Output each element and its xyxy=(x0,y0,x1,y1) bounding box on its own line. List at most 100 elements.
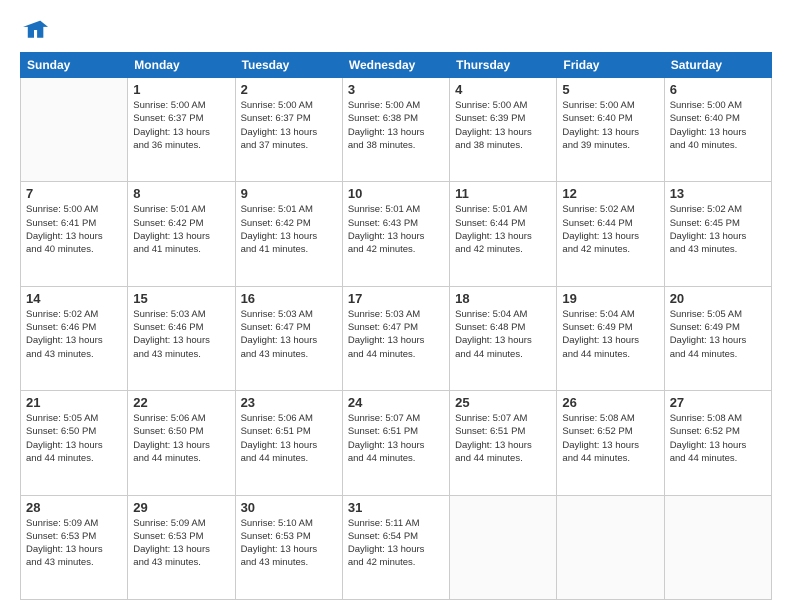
day-info: Sunrise: 5:02 AM Sunset: 6:46 PM Dayligh… xyxy=(26,308,122,361)
calendar-cell: 27Sunrise: 5:08 AM Sunset: 6:52 PM Dayli… xyxy=(664,391,771,495)
col-header-tuesday: Tuesday xyxy=(235,53,342,78)
day-number: 31 xyxy=(348,500,444,515)
calendar-cell: 26 Sunrise: 5:08 AM Sunset: 6:52 PM Dayli… xyxy=(557,391,664,495)
day-info: Sunrise: 5:00 AM Sunset: 6:38 PM Dayligh… xyxy=(348,99,444,152)
calendar-cell: 9Sunrise: 5:01 AM Sunset: 6:42 PM Daylig… xyxy=(235,182,342,286)
day-number: 30 xyxy=(241,500,337,515)
day-number: 16 xyxy=(241,291,337,306)
day-info: Sunrise: 5:03 AM Sunset: 6:47 PM Dayligh… xyxy=(241,308,337,361)
day-info: Sunrise: 5:08 AM Sunset: 6:52 PM Dayligh… xyxy=(562,412,658,465)
day-number: 26 xyxy=(562,395,658,410)
week-row-2: 7 Sunrise: 5:00 AM Sunset: 6:41 PM Daylig… xyxy=(21,182,772,286)
day-number: 28 xyxy=(26,500,122,515)
week-row-5: 28 Sunrise: 5:09 AM Sunset: 6:53 PM Dayli… xyxy=(21,495,772,599)
day-number: 5 xyxy=(562,82,658,97)
day-number: 10 xyxy=(348,186,444,201)
calendar-cell: 20 Sunrise: 5:05 AM Sunset: 6:49 PM Dayli… xyxy=(664,286,771,390)
calendar-cell: 29Sunrise: 5:09 AM Sunset: 6:53 PM Dayli… xyxy=(128,495,235,599)
day-info: Sunrise: 5:01 AM Sunset: 6:42 PM Dayligh… xyxy=(133,203,229,256)
calendar-cell: 11 Sunrise: 5:01 AM Sunset: 6:44 PM Dayli… xyxy=(450,182,557,286)
day-number: 1 xyxy=(133,82,229,97)
week-row-3: 14Sunrise: 5:02 AM Sunset: 6:46 PM Dayli… xyxy=(21,286,772,390)
day-info: Sunrise: 5:06 AM Sunset: 6:50 PM Dayligh… xyxy=(133,412,229,465)
day-number: 21 xyxy=(26,395,122,410)
calendar-cell: 7 Sunrise: 5:00 AM Sunset: 6:41 PM Daylig… xyxy=(21,182,128,286)
calendar-cell xyxy=(664,495,771,599)
day-info: Sunrise: 5:06 AM Sunset: 6:51 PM Dayligh… xyxy=(241,412,337,465)
header xyxy=(20,16,772,44)
calendar-cell: 14Sunrise: 5:02 AM Sunset: 6:46 PM Dayli… xyxy=(21,286,128,390)
day-info: Sunrise: 5:00 AM Sunset: 6:37 PM Dayligh… xyxy=(133,99,229,152)
day-info: Sunrise: 5:09 AM Sunset: 6:53 PM Dayligh… xyxy=(133,517,229,570)
calendar-cell: 19 Sunrise: 5:04 AM Sunset: 6:49 PM Dayli… xyxy=(557,286,664,390)
calendar-cell xyxy=(21,78,128,182)
calendar-cell: 8 Sunrise: 5:01 AM Sunset: 6:42 PM Daylig… xyxy=(128,182,235,286)
col-header-sunday: Sunday xyxy=(21,53,128,78)
day-info: Sunrise: 5:04 AM Sunset: 6:48 PM Dayligh… xyxy=(455,308,551,361)
day-number: 7 xyxy=(26,186,122,201)
col-header-friday: Friday xyxy=(557,53,664,78)
calendar-cell: 21 Sunrise: 5:05 AM Sunset: 6:50 PM Dayli… xyxy=(21,391,128,495)
calendar-cell: 5Sunrise: 5:00 AM Sunset: 6:40 PM Daylig… xyxy=(557,78,664,182)
header-row: SundayMondayTuesdayWednesdayThursdayFrid… xyxy=(21,53,772,78)
calendar-cell: 4 Sunrise: 5:00 AM Sunset: 6:39 PM Daylig… xyxy=(450,78,557,182)
calendar-cell: 12 Sunrise: 5:02 AM Sunset: 6:44 PM Dayli… xyxy=(557,182,664,286)
calendar-cell xyxy=(450,495,557,599)
col-header-saturday: Saturday xyxy=(664,53,771,78)
day-info: Sunrise: 5:00 AM Sunset: 6:37 PM Dayligh… xyxy=(241,99,337,152)
calendar-cell: 6 Sunrise: 5:00 AM Sunset: 6:40 PM Daylig… xyxy=(664,78,771,182)
logo-icon xyxy=(20,16,48,44)
day-info: Sunrise: 5:00 AM Sunset: 6:41 PM Dayligh… xyxy=(26,203,122,256)
day-info: Sunrise: 5:02 AM Sunset: 6:44 PM Dayligh… xyxy=(562,203,658,256)
day-info: Sunrise: 5:00 AM Sunset: 6:40 PM Dayligh… xyxy=(670,99,766,152)
calendar-cell: 31 Sunrise: 5:11 AM Sunset: 6:54 PM Dayli… xyxy=(342,495,449,599)
logo xyxy=(20,16,52,44)
day-number: 17 xyxy=(348,291,444,306)
day-info: Sunrise: 5:04 AM Sunset: 6:49 PM Dayligh… xyxy=(562,308,658,361)
calendar-cell: 18 Sunrise: 5:04 AM Sunset: 6:48 PM Dayli… xyxy=(450,286,557,390)
day-info: Sunrise: 5:01 AM Sunset: 6:44 PM Dayligh… xyxy=(455,203,551,256)
day-number: 20 xyxy=(670,291,766,306)
day-number: 11 xyxy=(455,186,551,201)
day-info: Sunrise: 5:07 AM Sunset: 6:51 PM Dayligh… xyxy=(455,412,551,465)
day-number: 27 xyxy=(670,395,766,410)
calendar-cell: 2 Sunrise: 5:00 AM Sunset: 6:37 PM Daylig… xyxy=(235,78,342,182)
calendar-cell: 28 Sunrise: 5:09 AM Sunset: 6:53 PM Dayli… xyxy=(21,495,128,599)
day-info: Sunrise: 5:05 AM Sunset: 6:50 PM Dayligh… xyxy=(26,412,122,465)
day-number: 4 xyxy=(455,82,551,97)
calendar-cell: 23 Sunrise: 5:06 AM Sunset: 6:51 PM Dayli… xyxy=(235,391,342,495)
day-number: 25 xyxy=(455,395,551,410)
calendar-cell: 3 Sunrise: 5:00 AM Sunset: 6:38 PM Daylig… xyxy=(342,78,449,182)
calendar-cell: 13 Sunrise: 5:02 AM Sunset: 6:45 PM Dayli… xyxy=(664,182,771,286)
calendar-cell xyxy=(557,495,664,599)
calendar-cell: 22 Sunrise: 5:06 AM Sunset: 6:50 PM Dayli… xyxy=(128,391,235,495)
day-info: Sunrise: 5:03 AM Sunset: 6:46 PM Dayligh… xyxy=(133,308,229,361)
day-number: 23 xyxy=(241,395,337,410)
day-info: Sunrise: 5:09 AM Sunset: 6:53 PM Dayligh… xyxy=(26,517,122,570)
calendar-cell: 24 Sunrise: 5:07 AM Sunset: 6:51 PM Dayli… xyxy=(342,391,449,495)
day-number: 15 xyxy=(133,291,229,306)
day-number: 22 xyxy=(133,395,229,410)
day-info: Sunrise: 5:11 AM Sunset: 6:54 PM Dayligh… xyxy=(348,517,444,570)
calendar-cell: 15 Sunrise: 5:03 AM Sunset: 6:46 PM Dayli… xyxy=(128,286,235,390)
day-number: 6 xyxy=(670,82,766,97)
day-number: 13 xyxy=(670,186,766,201)
day-number: 2 xyxy=(241,82,337,97)
day-number: 19 xyxy=(562,291,658,306)
day-info: Sunrise: 5:01 AM Sunset: 6:43 PM Dayligh… xyxy=(348,203,444,256)
day-number: 8 xyxy=(133,186,229,201)
day-number: 18 xyxy=(455,291,551,306)
col-header-wednesday: Wednesday xyxy=(342,53,449,78)
col-header-thursday: Thursday xyxy=(450,53,557,78)
calendar-cell: 30Sunrise: 5:10 AM Sunset: 6:53 PM Dayli… xyxy=(235,495,342,599)
day-number: 24 xyxy=(348,395,444,410)
day-number: 12 xyxy=(562,186,658,201)
week-row-1: 1 Sunrise: 5:00 AM Sunset: 6:37 PM Daylig… xyxy=(21,78,772,182)
day-info: Sunrise: 5:00 AM Sunset: 6:39 PM Dayligh… xyxy=(455,99,551,152)
day-info: Sunrise: 5:07 AM Sunset: 6:51 PM Dayligh… xyxy=(348,412,444,465)
day-info: Sunrise: 5:02 AM Sunset: 6:45 PM Dayligh… xyxy=(670,203,766,256)
day-number: 3 xyxy=(348,82,444,97)
col-header-monday: Monday xyxy=(128,53,235,78)
day-info: Sunrise: 5:05 AM Sunset: 6:49 PM Dayligh… xyxy=(670,308,766,361)
day-number: 9 xyxy=(241,186,337,201)
